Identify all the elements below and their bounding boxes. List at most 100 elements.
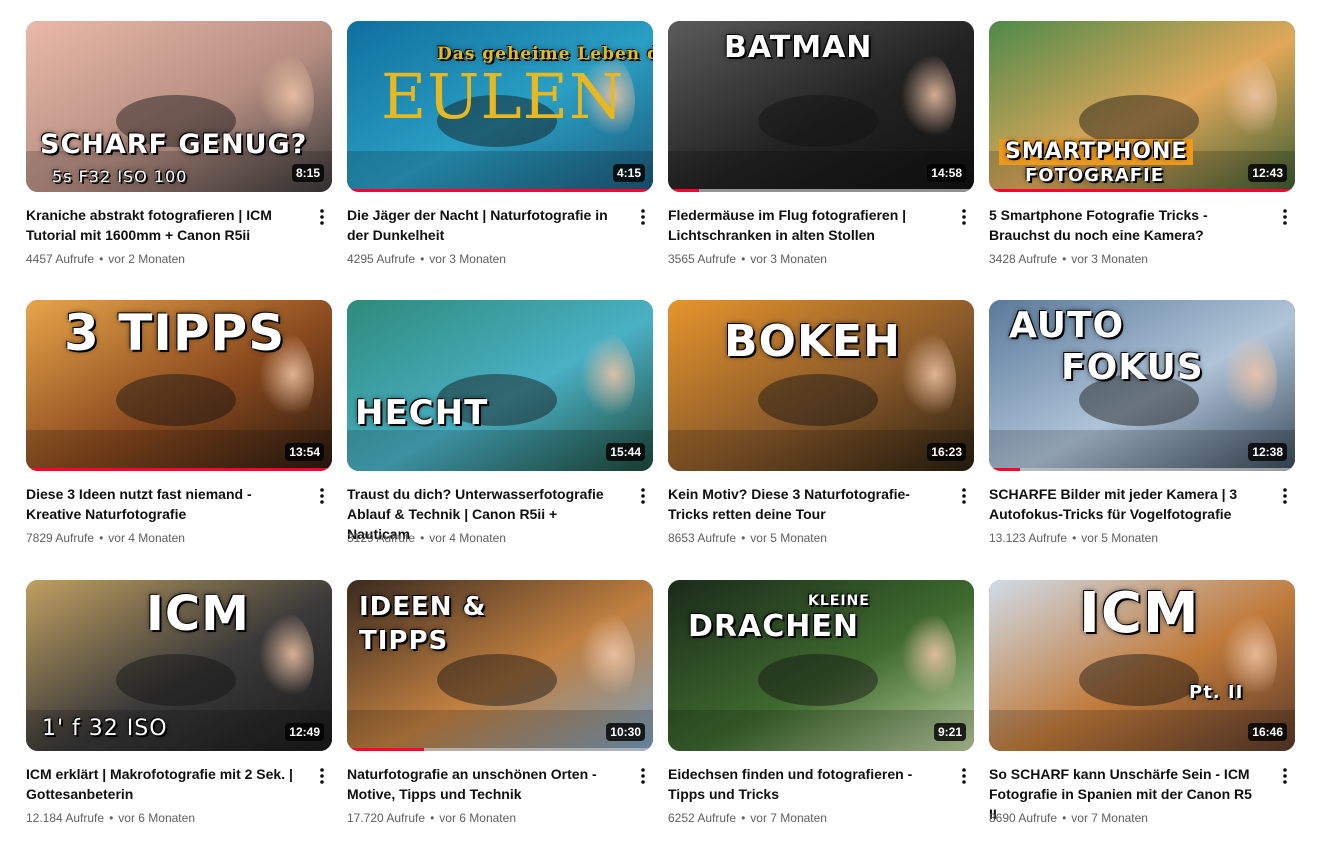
duration-badge: 14:58	[927, 164, 966, 182]
video-card[interactable]: 1' f 32 ISO ICM 12:49 ICM erklärt | Makrofo…	[26, 580, 332, 840]
video-card[interactable]: BATMAN 14:58 Fledermäuse im Flug fotografi…	[668, 21, 974, 281]
meta-separator: •	[741, 252, 746, 266]
video-meta: 4295 Aufrufe • vor 3 Monaten	[347, 251, 506, 267]
video-card[interactable]: FOTOGRAFIE SMARTPHONE 12:43 5 Smartphone Fo…	[989, 21, 1295, 281]
view-count: 17.720 Aufrufe	[347, 811, 426, 825]
view-count: 3565 Aufrufe	[668, 252, 737, 266]
watch-progress-bar	[347, 748, 653, 751]
thumbnail-text-secondary: 5s F32 ISO 100	[52, 167, 188, 186]
view-count: 7829 Aufrufe	[26, 531, 95, 545]
more-options-button[interactable]	[1277, 486, 1293, 506]
video-meta: 3129 Aufrufe • vor 4 Monaten	[347, 530, 506, 546]
video-meta: 7829 Aufrufe • vor 4 Monaten	[26, 530, 185, 546]
more-options-button[interactable]	[314, 207, 330, 227]
more-options-button[interactable]	[635, 766, 651, 786]
upload-age: vor 2 Monaten	[108, 252, 185, 266]
thumbnail-text: DRACHEN	[688, 609, 859, 644]
duration-badge: 10:30	[606, 723, 645, 741]
video-title[interactable]: ICM erklärt | Makrofotografie mit 2 Sek.…	[26, 764, 296, 804]
more-options-button[interactable]	[956, 207, 972, 227]
watch-progress-fill	[347, 748, 424, 751]
more-options-button[interactable]	[1277, 766, 1293, 786]
video-meta: 17.720 Aufrufe • vor 6 Monaten	[347, 810, 516, 826]
video-title[interactable]: 5 Smartphone Fotografie Tricks - Brauchs…	[989, 205, 1259, 245]
thumbnail-text: AUTO	[1009, 305, 1125, 346]
duration-badge: 16:23	[927, 443, 966, 461]
upload-age: vor 4 Monaten	[429, 531, 506, 545]
more-options-button[interactable]	[314, 486, 330, 506]
duration-badge: 4:15	[612, 164, 645, 182]
video-thumbnail[interactable]: FOKUS AUTO 12:38	[989, 300, 1295, 471]
more-options-button[interactable]	[956, 766, 972, 786]
thumbnail-text: ICM	[146, 586, 250, 642]
video-thumbnail[interactable]: 1' f 32 ISO ICM 12:49	[26, 580, 332, 751]
video-thumbnail[interactable]: FOTOGRAFIE SMARTPHONE 12:43	[989, 21, 1295, 192]
duration-badge: 9:21	[933, 723, 966, 741]
video-card[interactable]: HECHT 15:44 Traust du dich? Unterwasserfot…	[347, 300, 653, 560]
video-thumbnail[interactable]: HECHT 15:44	[347, 300, 653, 471]
video-thumbnail[interactable]: Das geheime Leben derEULEN4:15	[347, 21, 653, 192]
thumbnail-text-secondary: TIPPS	[359, 626, 449, 656]
video-thumbnail[interactable]: KLEINE DRACHEN 9:21	[668, 580, 974, 751]
watch-progress-fill	[989, 468, 1020, 471]
video-thumbnail[interactable]: 5s F32 ISO 100 SCHARF GENUG? 8:15	[26, 21, 332, 192]
upload-age: vor 4 Monaten	[108, 531, 185, 545]
video-meta: 3565 Aufrufe • vor 3 Monaten	[668, 251, 827, 267]
thumbnail-text: HECHT	[355, 393, 489, 433]
view-count: 4295 Aufrufe	[347, 252, 416, 266]
meta-separator: •	[1062, 811, 1067, 825]
more-options-button[interactable]	[314, 766, 330, 786]
video-card[interactable]: TIPPS IDEEN & 10:30 Naturfotografie an unsc…	[347, 580, 653, 840]
video-title[interactable]: Kraniche abstrakt fotografieren | ICM Tu…	[26, 205, 296, 245]
thumbnail-text-secondary: FOKUS	[1061, 347, 1204, 388]
video-title[interactable]: Die Jäger der Nacht | Naturfotografie in…	[347, 205, 617, 245]
upload-age: vor 3 Monaten	[750, 252, 827, 266]
meta-separator: •	[420, 252, 425, 266]
video-meta: 8653 Aufrufe • vor 5 Monaten	[668, 530, 827, 546]
video-title[interactable]: Eidechsen finden und fotografieren - Tip…	[668, 764, 938, 804]
video-title[interactable]: Naturfotografie an unschönen Orten - Mot…	[347, 764, 617, 804]
view-count: 8690 Aufrufe	[989, 811, 1058, 825]
video-meta: 3428 Aufrufe • vor 3 Monaten	[989, 251, 1148, 267]
video-title[interactable]: Kein Motiv? Diese 3 Naturfotografie-Tric…	[668, 484, 938, 524]
view-count: 3129 Aufrufe	[347, 531, 416, 545]
video-thumbnail[interactable]: TIPPS IDEEN & 10:30	[347, 580, 653, 751]
upload-age: vor 6 Monaten	[439, 811, 516, 825]
video-card[interactable]: 3 TIPPS 13:54 Diese 3 Ideen nutzt fast nie…	[26, 300, 332, 560]
video-card[interactable]: KLEINE DRACHEN 9:21 Eidechsen finden und fo…	[668, 580, 974, 840]
more-options-button[interactable]	[956, 486, 972, 506]
view-count: 3428 Aufrufe	[989, 252, 1058, 266]
more-options-button[interactable]	[635, 207, 651, 227]
video-title[interactable]: SCHARFE Bilder mit jeder Kamera | 3 Auto…	[989, 484, 1259, 524]
upload-age: vor 7 Monaten	[750, 811, 827, 825]
video-thumbnail[interactable]: BOKEH 16:23	[668, 300, 974, 471]
duration-badge: 12:43	[1248, 164, 1287, 182]
video-title[interactable]: Fledermäuse im Flug fotografieren | Lich…	[668, 205, 938, 245]
view-count: 4457 Aufrufe	[26, 252, 95, 266]
more-options-button[interactable]	[1277, 207, 1293, 227]
duration-badge: 16:46	[1248, 723, 1287, 741]
view-count: 8653 Aufrufe	[668, 531, 737, 545]
thumbnail-text: ICM	[1079, 581, 1200, 646]
video-thumbnail[interactable]: BATMAN 14:58	[668, 21, 974, 192]
video-thumbnail[interactable]: 3 TIPPS 13:54	[26, 300, 332, 471]
thumbnail-text: SCHARF GENUG?	[40, 129, 308, 160]
video-meta: 4457 Aufrufe • vor 2 Monaten	[26, 251, 185, 267]
more-vertical-icon	[1283, 768, 1287, 784]
video-card[interactable]: Das geheime Leben derEULEN4:15 Die Jäger …	[347, 21, 653, 281]
duration-badge: 15:44	[606, 443, 645, 461]
thumbnail-text-secondary: Pt. II	[1189, 682, 1244, 703]
video-card[interactable]: FOKUS AUTO 12:38 SCHARFE Bilder mit jeder K…	[989, 300, 1295, 560]
more-vertical-icon	[1283, 209, 1287, 225]
video-thumbnail[interactable]: Pt. II ICM 16:46	[989, 580, 1295, 751]
video-card[interactable]: BOKEH 16:23 Kein Motiv? Diese 3 Naturfotog…	[668, 300, 974, 560]
watch-progress-bar	[26, 468, 332, 471]
video-card[interactable]: 5s F32 ISO 100 SCHARF GENUG? 8:15 Kraniche …	[26, 21, 332, 281]
video-title[interactable]: Diese 3 Ideen nutzt fast niemand - Kreat…	[26, 484, 296, 524]
meta-separator: •	[420, 531, 425, 545]
video-card[interactable]: Pt. II ICM 16:46 So SCHARF kann Unschärfe S…	[989, 580, 1295, 840]
more-options-button[interactable]	[635, 486, 651, 506]
upload-age: vor 5 Monaten	[1081, 531, 1158, 545]
more-vertical-icon	[641, 488, 645, 504]
duration-badge: 12:49	[285, 723, 324, 741]
